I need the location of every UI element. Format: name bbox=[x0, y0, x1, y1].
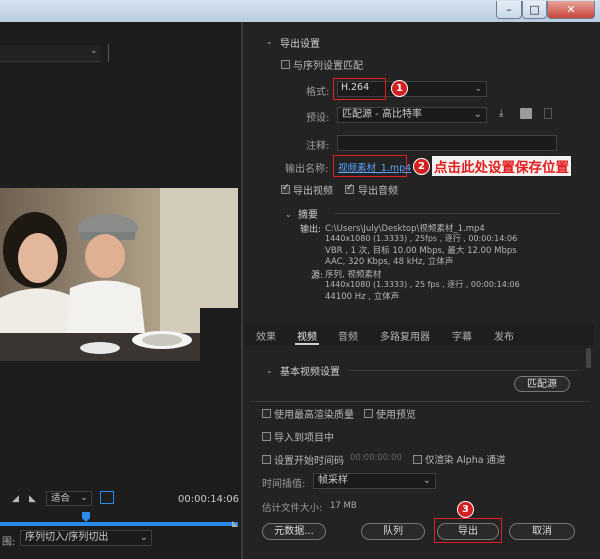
active-tab-indicator bbox=[295, 343, 319, 345]
import-preset-icon[interactable] bbox=[520, 108, 532, 119]
summary-output-line: AAC, 320 Kbps, 48 kHz, 立体声 bbox=[325, 257, 454, 267]
comment-input[interactable] bbox=[337, 135, 557, 151]
close-button[interactable]: ✕ bbox=[547, 1, 595, 19]
max-render-label: 使用最高渲染质量 bbox=[274, 410, 354, 421]
mark-out-icon[interactable]: ◣ bbox=[29, 494, 36, 504]
crop-icon[interactable] bbox=[100, 491, 114, 504]
timecode: 00:00:14:06 bbox=[178, 494, 240, 505]
chevron-down-icon: ⌄ bbox=[139, 532, 148, 543]
import-project-checkbox[interactable] bbox=[262, 432, 271, 441]
summary-source-label: 源: bbox=[311, 271, 324, 281]
chevron-down-icon: ⌄ bbox=[80, 492, 88, 503]
format-label: 格式: bbox=[306, 87, 330, 98]
tab-multiplexer[interactable]: 多路复用器 bbox=[380, 328, 430, 343]
minimize-button[interactable]: – bbox=[496, 1, 522, 19]
fit-select-value: 适合 bbox=[51, 493, 71, 504]
max-render-checkbox[interactable] bbox=[262, 409, 271, 418]
fit-select[interactable]: 适合 ⌄ bbox=[46, 491, 92, 506]
panel-divider bbox=[250, 401, 590, 402]
save-location-note: 点击此处设置保存位置 bbox=[432, 156, 571, 176]
tab-audio[interactable]: 音频 bbox=[338, 328, 358, 343]
export-audio-checkbox[interactable] bbox=[345, 183, 354, 194]
chevron-down-icon: ⌄ bbox=[474, 84, 482, 94]
start-timecode-checkbox[interactable] bbox=[262, 455, 271, 464]
match-sequence-label: 与序列设置匹配 bbox=[293, 61, 363, 72]
out-point-marker[interactable]: ◣ bbox=[232, 519, 238, 528]
export-button[interactable]: 导出 bbox=[437, 523, 499, 540]
preset-label: 预设: bbox=[306, 113, 330, 124]
cancel-button[interactable]: 取消 bbox=[509, 523, 575, 540]
export-settings-title: 导出设置 bbox=[280, 39, 320, 50]
time-interp-select[interactable]: 帧采样 ⌄ bbox=[313, 473, 436, 489]
export-video-checkbox[interactable] bbox=[281, 183, 290, 194]
render-alpha-checkbox[interactable] bbox=[413, 455, 422, 464]
summary-title: 摘要 bbox=[298, 210, 318, 221]
divider bbox=[108, 44, 109, 62]
collapse-chevron-icon[interactable]: ⌄ bbox=[285, 210, 292, 219]
step-badge-1: 1 bbox=[391, 80, 408, 97]
export-video-label: 导出视频 bbox=[293, 186, 333, 197]
tab-effects[interactable]: 效果 bbox=[256, 328, 276, 343]
use-preview-checkbox[interactable] bbox=[364, 409, 373, 418]
chevron-down-icon: ⌄ bbox=[90, 46, 98, 56]
video-preview-frame bbox=[0, 188, 238, 361]
start-timecode-label: 设置开始时间码 bbox=[274, 456, 344, 467]
comment-label: 注释: bbox=[306, 141, 330, 152]
step-badge-3: 3 bbox=[457, 501, 474, 518]
metadata-button[interactable]: 元数据... bbox=[262, 523, 326, 540]
summary-divider bbox=[335, 213, 560, 214]
tab-captions[interactable]: 字幕 bbox=[452, 328, 472, 343]
delete-preset-icon[interactable] bbox=[544, 108, 552, 119]
summary-output-line: 1440x1080 (1.3333) , 25fps , 逐行 , 00:00:… bbox=[325, 234, 518, 243]
time-interp-value: 帧采样 bbox=[318, 475, 348, 486]
timeline-bar[interactable] bbox=[0, 522, 238, 526]
tab-video[interactable]: 视频 bbox=[297, 328, 317, 343]
source-range-label: 围: bbox=[2, 537, 16, 548]
start-timecode-value[interactable]: 00:00:00:00 bbox=[350, 453, 402, 463]
mark-in-icon[interactable]: ◢ bbox=[12, 494, 19, 504]
collapse-chevron-icon[interactable]: ⌄ bbox=[266, 37, 273, 46]
save-preset-icon[interactable]: ⤓ bbox=[499, 108, 503, 119]
preset-select[interactable]: 匹配源 - 高比特率 ⌄ bbox=[337, 107, 487, 123]
tab-publish[interactable]: 发布 bbox=[494, 328, 514, 343]
maximize-button[interactable]: □ bbox=[522, 1, 547, 19]
source-dropdown[interactable]: ⌄ bbox=[0, 45, 100, 62]
chevron-down-icon: ⌄ bbox=[422, 475, 431, 486]
step-badge-2: 2 bbox=[413, 158, 430, 175]
scrollbar-thumb[interactable] bbox=[586, 348, 591, 368]
format-value: H.264 bbox=[341, 82, 370, 93]
preset-value: 匹配源 - 高比特率 bbox=[342, 109, 422, 120]
use-preview-label: 使用预览 bbox=[376, 410, 416, 421]
render-alpha-label: 仅渲染 Alpha 通道 bbox=[425, 455, 506, 466]
time-interp-label: 时间插值: bbox=[262, 479, 306, 490]
queue-button[interactable]: 队列 bbox=[361, 523, 425, 540]
export-audio-label: 导出音频 bbox=[358, 186, 398, 197]
summary-source-line: 1440x1080 (1.3333) , 25 fps , 逐行 , 00:00… bbox=[325, 280, 520, 289]
source-range-select[interactable]: 序列切入/序列切出 ⌄ bbox=[20, 530, 152, 546]
output-name-label: 输出名称: bbox=[285, 164, 329, 175]
basic-video-title: 基本视频设置 bbox=[280, 367, 340, 378]
import-project-label: 导入到项目中 bbox=[274, 433, 334, 444]
collapse-chevron-icon[interactable]: ⌄ bbox=[266, 366, 273, 375]
chevron-down-icon: ⌄ bbox=[473, 109, 482, 120]
match-sequence-checkbox[interactable] bbox=[281, 60, 290, 69]
summary-output-label: 输出: bbox=[300, 225, 322, 235]
match-source-button[interactable]: 匹配源 bbox=[514, 376, 570, 392]
source-range-value: 序列切入/序列切出 bbox=[25, 532, 109, 543]
filesize-value: 17 MB bbox=[330, 501, 357, 511]
basic-video-divider bbox=[348, 370, 578, 371]
output-name-link[interactable]: 视频素材_1.mp4 bbox=[338, 160, 411, 174]
filesize-label: 估计文件大小: bbox=[262, 503, 323, 514]
summary-source-line: 44100 Hz , 立体声 bbox=[325, 292, 400, 302]
